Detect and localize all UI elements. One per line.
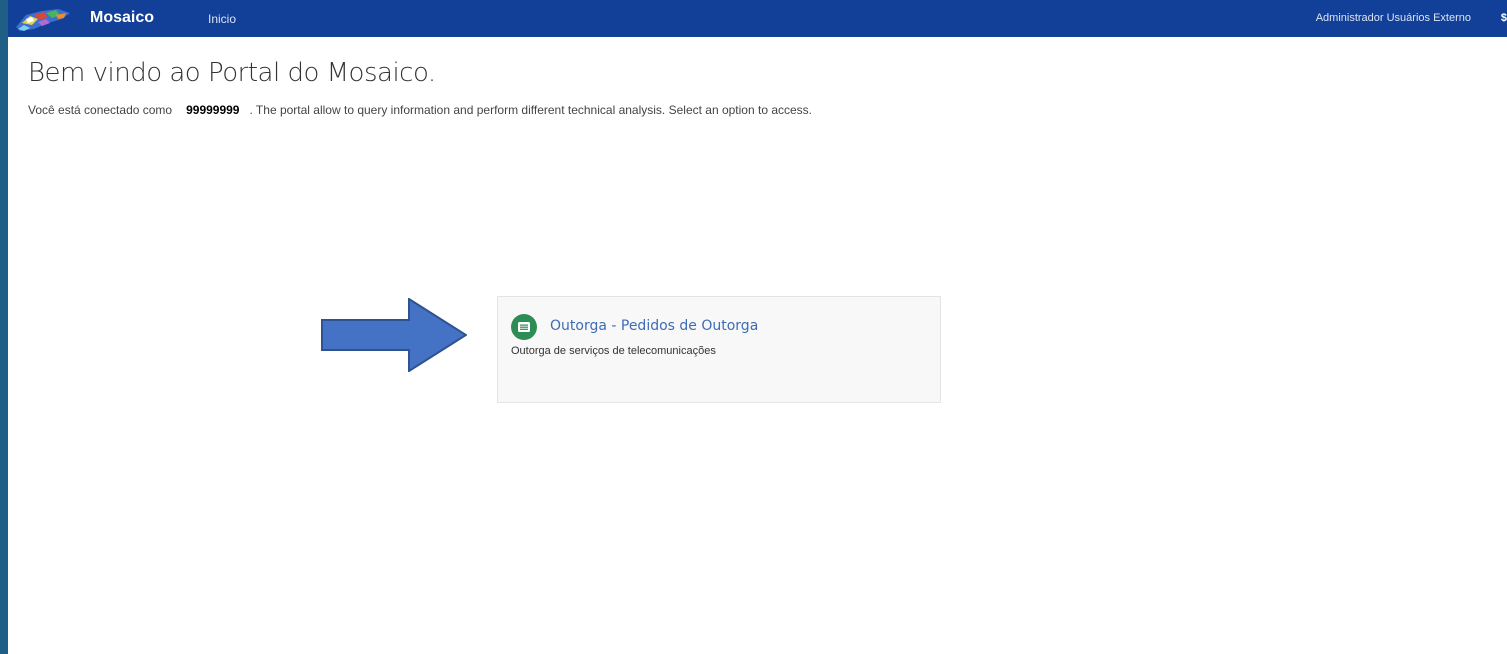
mosaico-logo[interactable] (12, 3, 74, 33)
card-title[interactable]: Outorga - Pedidos de Outorga (550, 318, 758, 334)
app-window: Mosaico Inicio Administrador Usuários Ex… (8, 0, 1507, 654)
card-description: Outorga de serviços de telecomunicações (511, 345, 716, 357)
intro-prefix: Você está conectado como (28, 103, 173, 117)
user-menu-caret-icon[interactable]: $ (1501, 12, 1507, 24)
nav-home-link[interactable]: Inicio (208, 12, 236, 26)
module-card-outorga[interactable]: Outorga - Pedidos de Outorga Outorga de … (497, 296, 941, 403)
page-title: Bem vindo ao Portal do Mosaico. (28, 58, 436, 88)
user-menu-link[interactable]: Administrador Usuários Externo (1316, 12, 1471, 24)
right-arrow-icon (321, 298, 467, 372)
list-icon (511, 314, 537, 340)
brand-title[interactable]: Mosaico (90, 9, 154, 27)
intro-text: Você está conectado como 99999999 . The po… (28, 103, 812, 117)
user-id: 99999999 (186, 103, 240, 117)
top-navbar: Mosaico Inicio Administrador Usuários Ex… (8, 0, 1507, 37)
intro-suffix: . The portal allow to query information … (249, 103, 813, 117)
